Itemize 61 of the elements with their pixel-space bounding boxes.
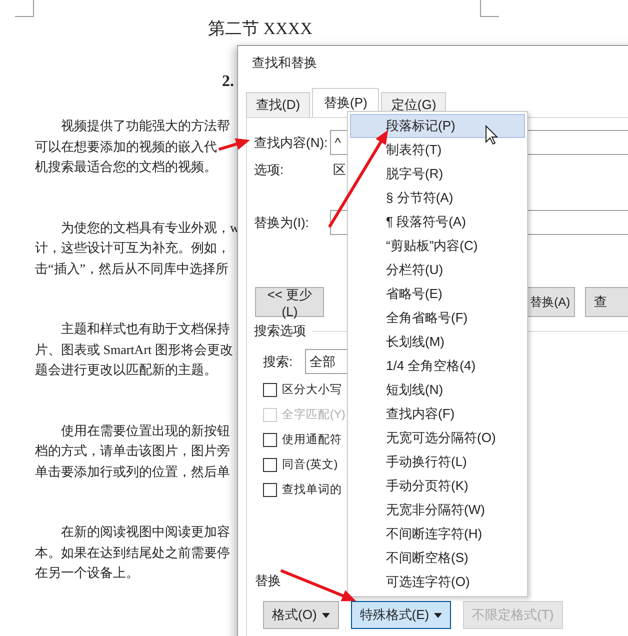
menu-item[interactable]: “剪贴板”内容(C) — [350, 234, 525, 258]
paragraph-line: 档的方式，请单击该图片，图片旁 — [35, 442, 230, 460]
menu-item[interactable]: 无宽非分隔符(W) — [350, 498, 525, 522]
checkbox[interactable] — [263, 382, 277, 396]
menu-item[interactable]: § 分节符(A) — [350, 186, 525, 210]
less-button[interactable]: << 更少(L) — [255, 287, 324, 317]
menu-item[interactable]: 可选连字符(O) — [350, 570, 525, 594]
menu-item[interactable]: 手动换行符(L) — [350, 450, 525, 474]
paragraph-line: 在另一个设备上。 — [35, 564, 139, 582]
menu-item[interactable]: 脱字号(R) — [350, 162, 525, 186]
checkbox[interactable] — [263, 432, 277, 446]
field-label: 替换为(I): — [254, 214, 310, 232]
paragraph-line: 击“插入”，然后从不同库中选择所 — [35, 260, 229, 278]
checkbox-label: 使用通配符 — [282, 432, 342, 447]
crop-mark — [15, 0, 34, 17]
menu-item[interactable]: 不间断空格(S) — [350, 546, 525, 570]
menu-item[interactable]: 无宽可选分隔符(O) — [350, 426, 525, 450]
paragraph-line: 在新的阅读视图中阅读更加容 — [61, 523, 230, 541]
section-heading: 第二节 XXXX — [208, 18, 312, 40]
search-label: 搜索: — [263, 352, 293, 370]
paragraph-line: 可以在想要添加的视频的嵌入代 — [35, 138, 217, 156]
paragraph-line: 机搜索最适合您的文档的视频。 — [35, 158, 217, 176]
checkbox-label: 区分大小写 — [282, 382, 342, 397]
paragraph-line: 片、图表或 SmartArt 图形将会更改 — [35, 340, 233, 358]
paragraph-line: 题会进行更改以匹配新的主题。 — [35, 361, 217, 379]
format-button[interactable]: 格式(O) — [263, 601, 339, 629]
tab[interactable]: 查找(D) — [246, 92, 310, 117]
checkbox-label: 查找单词的 — [282, 482, 342, 497]
section-label: 搜索选项 — [254, 322, 306, 340]
mouse-pointer-icon — [485, 125, 498, 145]
options-label: 选项: — [254, 161, 285, 179]
menu-item[interactable]: 制表符(T) — [350, 138, 525, 162]
dialog-title: 查找和替换 — [252, 55, 317, 71]
find-next-button[interactable]: 查 — [585, 287, 628, 317]
section-label: 替换 — [255, 573, 281, 588]
paragraph-line: 视频提供了功能强大的方法帮 — [61, 117, 230, 135]
checkbox[interactable] — [263, 482, 277, 496]
checkbox-label: 同音(英文) — [282, 457, 338, 472]
options-value: 区 — [333, 161, 346, 179]
paragraph-line: 计，这些设计可互为补充。例如， — [35, 239, 230, 257]
checkbox[interactable] — [263, 458, 277, 472]
menu-item[interactable]: 短划线(N) — [350, 378, 525, 402]
menu-item[interactable]: 查找内容(F) — [350, 402, 525, 426]
pointer-arrow — [218, 138, 250, 150]
menu-item[interactable]: 手动分页符(K) — [350, 474, 525, 498]
subsection-heading: 2. — [222, 72, 234, 92]
paragraph-line: 主题和样式也有助于文档保持 — [61, 320, 230, 338]
caret-icon — [322, 612, 330, 618]
crop-mark — [480, 0, 499, 17]
checkbox-label: 全字匹配(Y) — [282, 407, 346, 422]
tab[interactable]: 替换(P) — [312, 88, 380, 117]
menu-item[interactable]: 段落标记(P) — [350, 114, 525, 138]
menu-item[interactable]: 不间断连字符(H) — [350, 522, 525, 546]
caret-icon — [434, 612, 442, 618]
paragraph-line: 使用在需要位置出现的新按钮 — [61, 422, 230, 440]
paragraph-line: 单击要添加行或列的位置，然后单 — [35, 462, 230, 480]
paragraph-line: 本。如果在达到结尾处之前需要停 — [35, 544, 230, 562]
field-label: 查找内容(N): — [254, 134, 329, 152]
format-button[interactable]: 特殊格式(E) — [350, 601, 452, 629]
menu-item[interactable]: 分栏符(U) — [350, 258, 525, 282]
menu-item[interactable]: ¶ 段落符号(A) — [350, 210, 525, 234]
